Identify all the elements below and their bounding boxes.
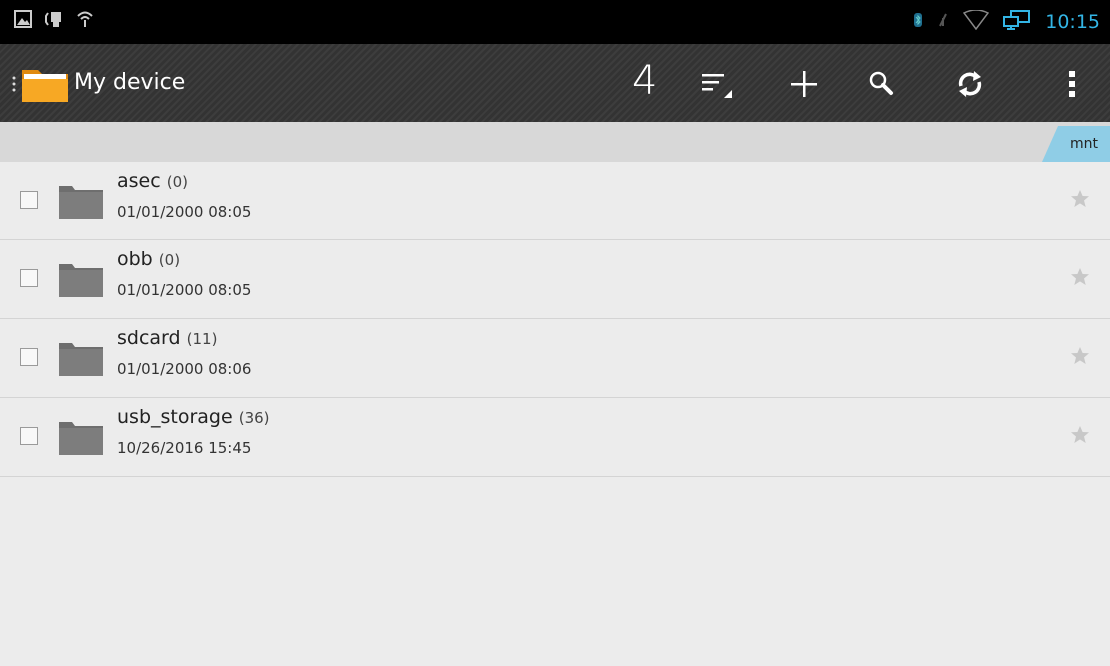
item-count-label: (36) — [238, 409, 270, 427]
breadcrumb: mnt — [0, 122, 1110, 162]
star-icon[interactable] — [1070, 267, 1090, 291]
file-list: asec (0) 01/01/2000 08:05 obb (0) 01/01/… — [0, 162, 1110, 477]
select-checkbox[interactable] — [20, 427, 38, 445]
picture-icon — [14, 10, 32, 32]
file-name: usb_storage (36) — [117, 406, 270, 428]
page-title: My device — [74, 70, 186, 95]
modified-date: 01/01/2000 08:05 — [117, 203, 252, 221]
list-item[interactable]: usb_storage (36) 10/26/2016 15:45 — [0, 398, 1110, 477]
action-bar: My device 4 — [0, 44, 1110, 122]
folder-icon — [58, 420, 104, 460]
no-signal-icon — [937, 12, 949, 32]
clock: 10:15 — [1045, 11, 1100, 33]
list-item[interactable]: obb (0) 01/01/2000 08:05 — [0, 240, 1110, 319]
drawer-indicator-icon[interactable] — [12, 76, 16, 96]
bluetooth-icon — [913, 12, 923, 32]
item-count: 4 — [632, 58, 658, 104]
file-name: sdcard (11) — [117, 327, 218, 349]
wifi-icon — [963, 9, 990, 34]
folder-icon — [58, 262, 104, 302]
select-checkbox[interactable] — [20, 269, 38, 287]
select-checkbox[interactable] — [20, 348, 38, 366]
modified-date: 01/01/2000 08:05 — [117, 281, 252, 299]
status-bar: 10:15 — [0, 0, 1110, 44]
item-count-label: (0) — [158, 251, 181, 269]
select-checkbox[interactable] — [20, 191, 38, 209]
list-item[interactable]: asec (0) 01/01/2000 08:05 — [0, 162, 1110, 240]
refresh-icon[interactable] — [950, 64, 990, 104]
item-count-label: (0) — [166, 173, 188, 191]
signal-icon — [76, 10, 94, 32]
add-icon[interactable] — [784, 64, 824, 104]
star-icon[interactable] — [1070, 189, 1090, 213]
file-name: asec (0) — [117, 170, 188, 192]
list-item[interactable]: sdcard (11) 01/01/2000 08:06 — [0, 319, 1110, 398]
folder-icon — [58, 341, 104, 381]
star-icon[interactable] — [1070, 346, 1090, 370]
item-count-label: (11) — [186, 330, 218, 348]
modified-date: 01/01/2000 08:06 — [117, 360, 252, 378]
usb-debug-icon — [44, 10, 64, 32]
overflow-menu-icon[interactable] — [1052, 64, 1092, 104]
folder-icon — [58, 184, 104, 224]
star-icon[interactable] — [1070, 425, 1090, 449]
search-icon[interactable] — [862, 64, 902, 104]
file-name: obb (0) — [117, 248, 181, 270]
breadcrumb-item-mnt[interactable]: mnt — [1042, 126, 1110, 162]
modified-date: 10/26/2016 15:45 — [117, 439, 252, 457]
network-icon — [1003, 10, 1031, 34]
app-folder-icon[interactable] — [20, 64, 70, 108]
sort-icon[interactable] — [696, 64, 736, 104]
